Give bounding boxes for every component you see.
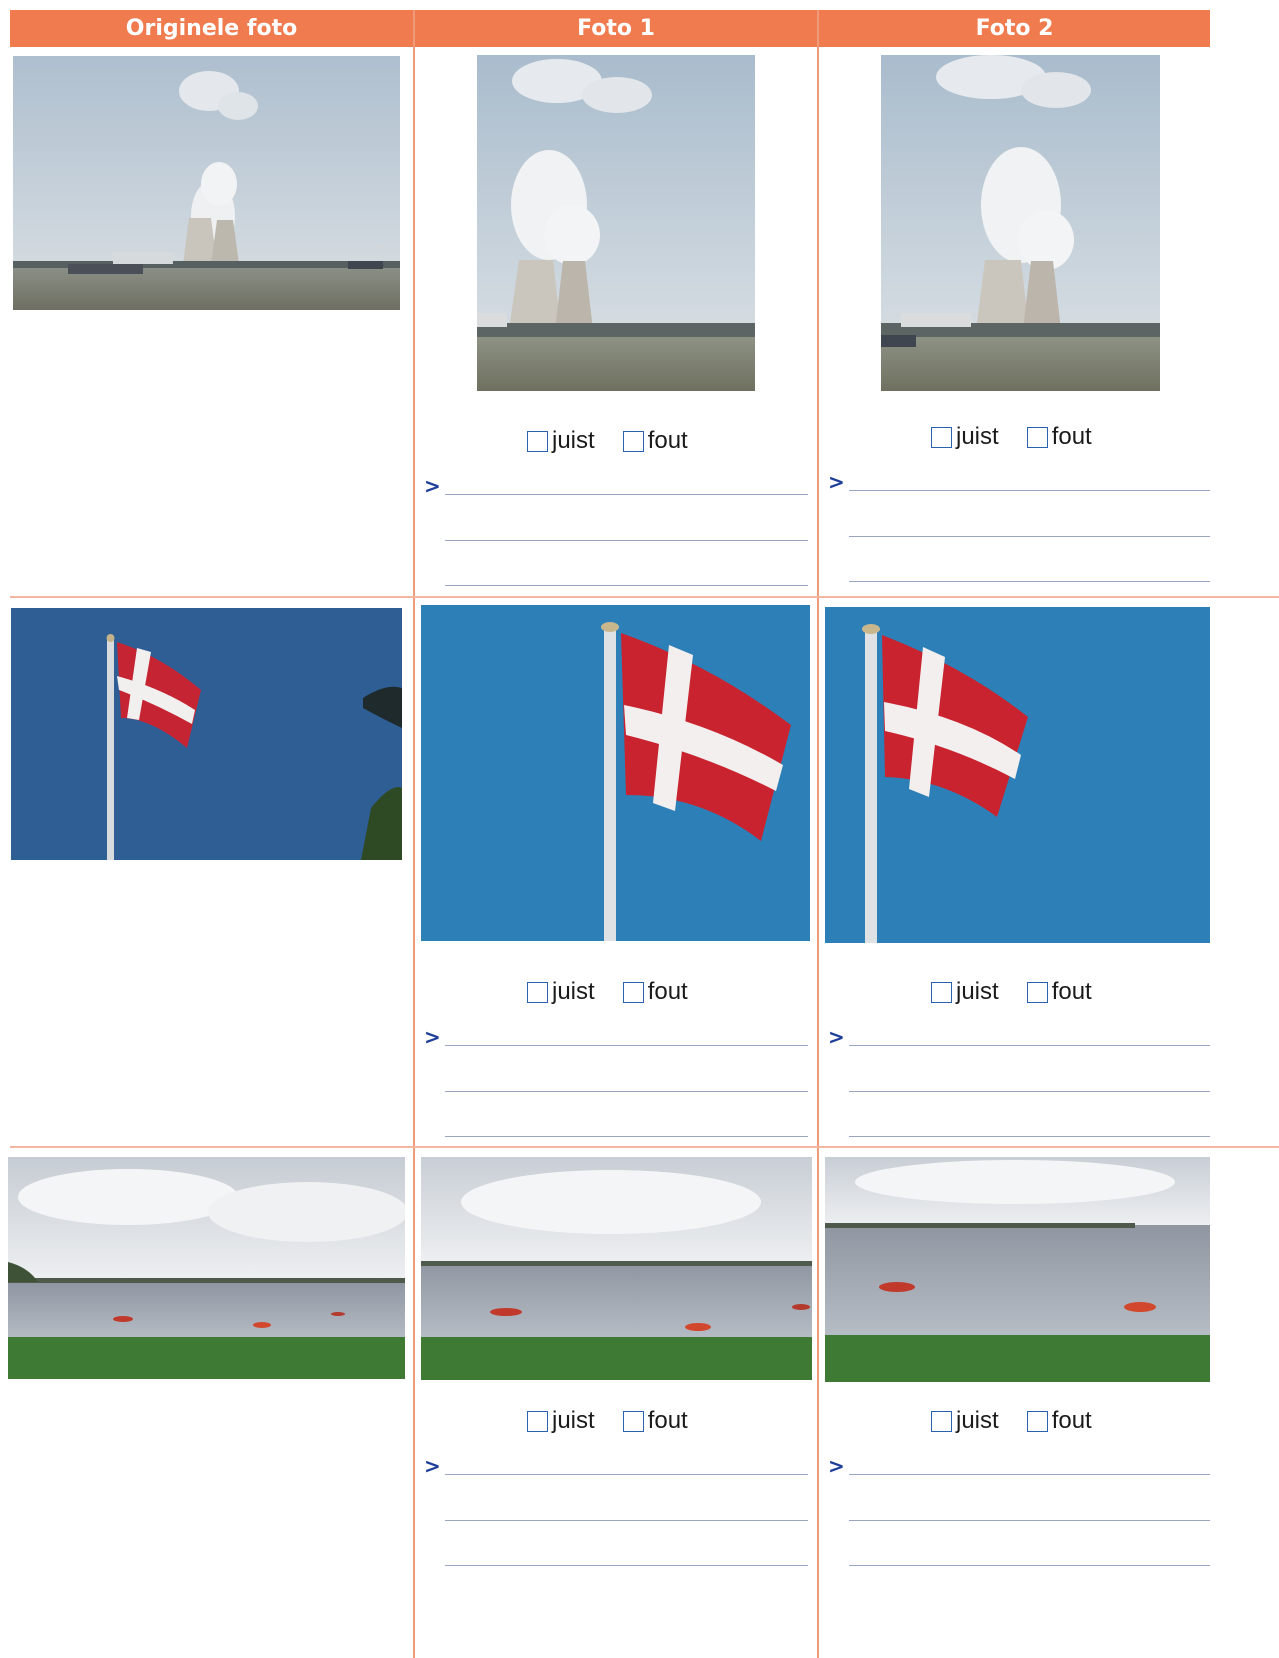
writing-line[interactable] — [849, 1520, 1210, 1521]
foto1-photo-flag — [421, 605, 810, 941]
option-right-label: juist — [956, 423, 999, 450]
header-foto2: Foto 2 — [819, 10, 1210, 47]
answer-options: juist fout — [931, 423, 1120, 451]
answer-marker: > — [424, 1025, 441, 1049]
writing-line[interactable] — [445, 1091, 808, 1092]
option-right-label: juist — [956, 978, 999, 1005]
writing-line[interactable] — [445, 1520, 808, 1521]
writing-line[interactable] — [849, 1474, 1210, 1475]
original-photo-powerplant — [13, 56, 400, 310]
answer-marker: > — [424, 474, 441, 498]
original-photo-flag — [11, 608, 402, 860]
writing-line[interactable] — [849, 536, 1210, 537]
checkbox-wrong[interactable] — [622, 1410, 644, 1432]
writing-line[interactable] — [445, 1565, 808, 1566]
header-original: Originele foto — [10, 10, 413, 47]
answer-marker: > — [828, 470, 845, 494]
checkbox-wrong[interactable] — [1026, 1410, 1048, 1432]
answer-options: juist fout — [527, 1407, 716, 1435]
answer-options: juist fout — [527, 427, 716, 455]
option-right[interactable]: juist — [931, 423, 999, 451]
checkbox-right[interactable] — [931, 1410, 952, 1432]
option-wrong[interactable]: fout — [622, 978, 688, 1006]
foto1-photo-powerplant — [477, 55, 755, 391]
worksheet: Originele foto Foto 1 Foto 2 juist fout … — [0, 0, 1279, 1658]
option-wrong[interactable]: fout — [622, 1407, 688, 1435]
answer-marker: > — [828, 1454, 845, 1478]
writing-line[interactable] — [849, 581, 1210, 582]
foto2-photo-powerplant — [881, 55, 1160, 391]
checkbox-right[interactable] — [527, 430, 548, 452]
checkbox-right[interactable] — [931, 426, 952, 448]
original-photo-lake — [8, 1157, 405, 1379]
writing-line[interactable] — [445, 1136, 808, 1137]
option-wrong[interactable]: fout — [622, 427, 688, 455]
option-right-label: juist — [552, 1407, 595, 1434]
column-divider — [413, 10, 415, 1658]
answer-options: juist fout — [931, 978, 1120, 1006]
option-wrong-label: fout — [1051, 423, 1092, 450]
writing-line[interactable] — [445, 585, 808, 586]
option-right[interactable]: juist — [527, 978, 595, 1006]
checkbox-right[interactable] — [527, 1410, 548, 1432]
option-right[interactable]: juist — [527, 1407, 595, 1435]
option-right[interactable]: juist — [527, 427, 595, 455]
option-right[interactable]: juist — [931, 1407, 999, 1435]
option-right-label: juist — [552, 427, 595, 454]
column-divider — [817, 10, 819, 1658]
option-wrong-label: fout — [647, 978, 688, 1005]
writing-line[interactable] — [445, 494, 808, 495]
row-divider — [10, 596, 1279, 598]
option-right[interactable]: juist — [931, 978, 999, 1006]
checkbox-wrong[interactable] — [1026, 981, 1048, 1003]
row-divider — [10, 1146, 1279, 1148]
option-wrong-label: fout — [647, 427, 688, 454]
option-wrong[interactable]: fout — [1026, 978, 1092, 1006]
writing-line[interactable] — [445, 540, 808, 541]
checkbox-right[interactable] — [931, 981, 952, 1003]
writing-line[interactable] — [849, 1091, 1210, 1092]
writing-line[interactable] — [849, 490, 1210, 491]
checkbox-right[interactable] — [527, 981, 548, 1003]
option-wrong[interactable]: fout — [1026, 1407, 1092, 1435]
answer-marker: > — [424, 1454, 441, 1478]
option-wrong-label: fout — [647, 1407, 688, 1434]
option-right-label: juist — [552, 978, 595, 1005]
option-right-label: juist — [956, 1407, 999, 1434]
answer-options: juist fout — [527, 978, 716, 1006]
option-wrong-label: fout — [1051, 1407, 1092, 1434]
foto1-photo-lake — [421, 1157, 812, 1380]
checkbox-wrong[interactable] — [1026, 426, 1048, 448]
writing-line[interactable] — [849, 1565, 1210, 1566]
option-wrong-label: fout — [1051, 978, 1092, 1005]
writing-line[interactable] — [849, 1045, 1210, 1046]
header-foto1: Foto 1 — [415, 10, 817, 47]
option-wrong[interactable]: fout — [1026, 423, 1092, 451]
writing-line[interactable] — [849, 1136, 1210, 1137]
answer-options: juist fout — [931, 1407, 1120, 1435]
writing-line[interactable] — [445, 1045, 808, 1046]
foto2-photo-flag — [825, 607, 1210, 943]
writing-line[interactable] — [445, 1474, 808, 1475]
answer-marker: > — [828, 1025, 845, 1049]
foto2-photo-lake — [825, 1157, 1210, 1382]
checkbox-wrong[interactable] — [622, 430, 644, 452]
checkbox-wrong[interactable] — [622, 981, 644, 1003]
